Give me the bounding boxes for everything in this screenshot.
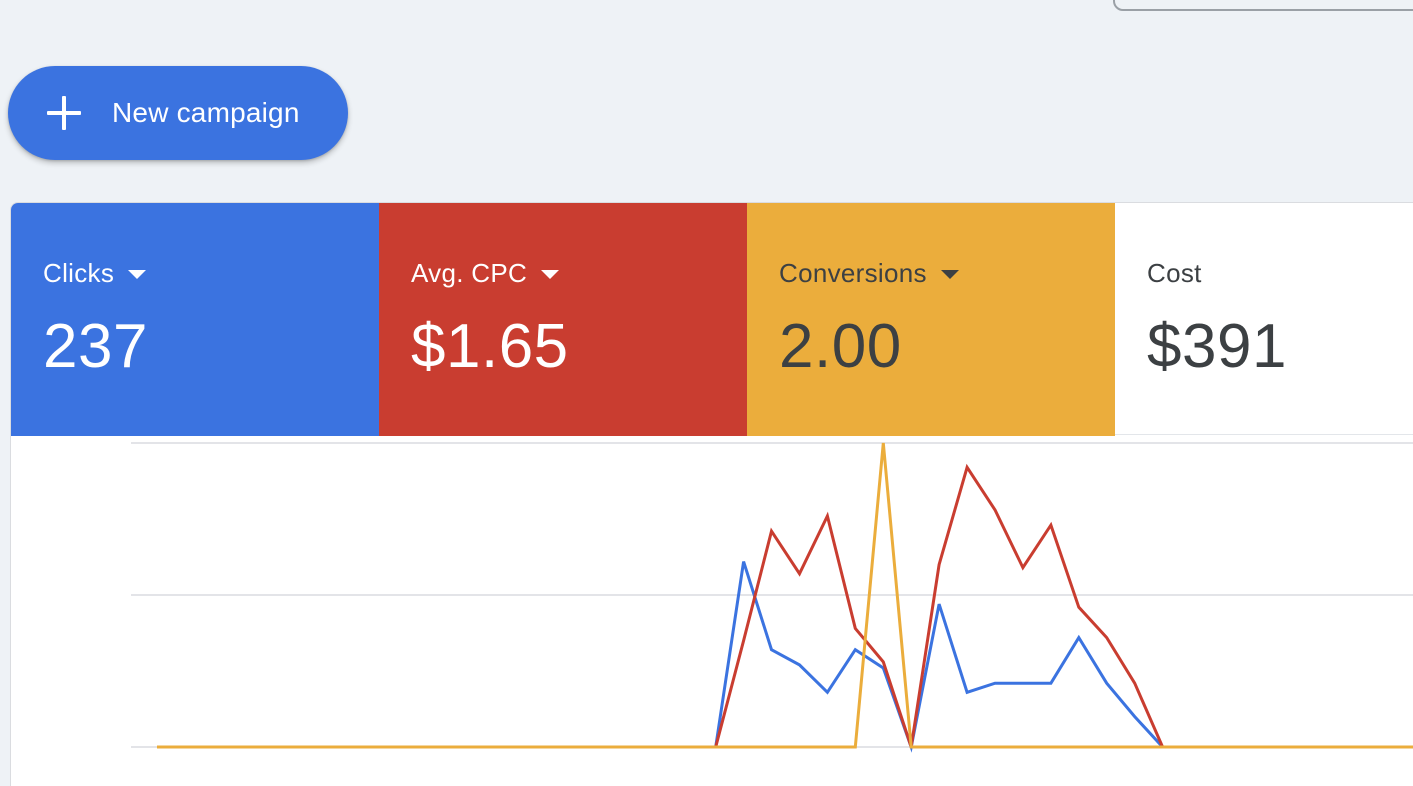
scorecard-label: Conversions (779, 258, 959, 289)
performance-line-chart (131, 442, 1413, 753)
scorecard-value: 237 (43, 312, 148, 381)
caret-down-icon[interactable] (541, 270, 560, 279)
series-line-1[interactable] (157, 463, 1413, 749)
scorecard-divider (1115, 434, 1413, 435)
scorecard-label: Cost (1147, 258, 1202, 288)
scorecard-value: 2.00 (779, 312, 902, 381)
series-line-0[interactable] (157, 561, 1413, 753)
scorecard-label: Avg. CPC (411, 258, 560, 289)
caret-down-icon[interactable] (128, 270, 147, 279)
scorecard-cost[interactable]: Cost $391 (1115, 203, 1413, 436)
scorecard-clicks[interactable]: Clicks 237 (11, 203, 379, 436)
date-range-selector[interactable] (1113, 0, 1413, 11)
scorecard-row: Clicks 237 Avg. CPC $1.65 Conversions 2.… (11, 203, 1413, 436)
performance-card: Clicks 237 Avg. CPC $1.65 Conversions 2.… (10, 202, 1413, 786)
scorecard-value: $1.65 (411, 312, 569, 381)
google-ads-overview: New campaign Clicks 237 Avg. CPC $1.65 C (0, 0, 1413, 786)
scorecard-label: Clicks (43, 258, 147, 289)
scorecard-value: $391 (1147, 312, 1287, 381)
caret-down-icon[interactable] (940, 270, 959, 279)
scorecard-conversions[interactable]: Conversions 2.00 (747, 203, 1115, 436)
new-campaign-label: New campaign (112, 97, 300, 128)
scorecard-avg-cpc[interactable]: Avg. CPC $1.65 (379, 203, 747, 436)
new-campaign-button[interactable]: New campaign (8, 66, 348, 160)
plus-icon (47, 96, 81, 130)
